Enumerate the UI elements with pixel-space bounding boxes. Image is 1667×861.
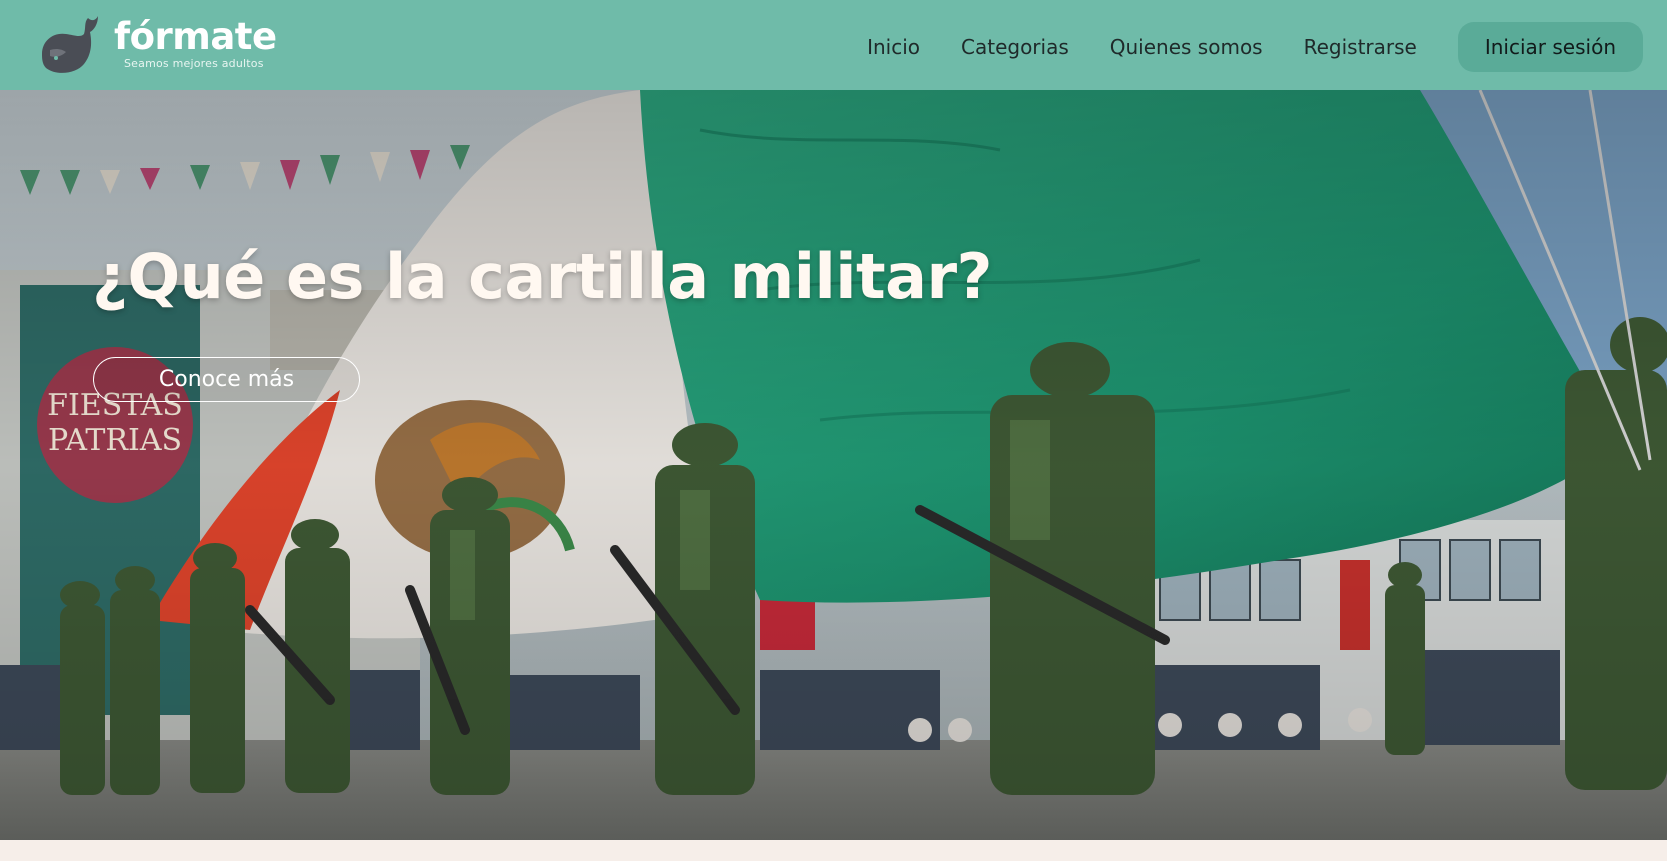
main-nav: Inicio Categorias Quienes somos Registra… [867,22,1643,72]
top-navbar: fórmate Seamos mejores adultos Inicio Ca… [0,0,1667,90]
nav-registrarse[interactable]: Registrarse [1304,35,1417,59]
page-bottom-strip [0,840,1667,861]
hero-background-image: FIESTAS PATRIAS [0,90,1667,840]
brand-tagline: Seamos mejores adultos [124,57,264,70]
whale-icon [42,16,98,73]
nav-inicio[interactable]: Inicio [867,35,920,59]
hero-title: ¿Qué es la cartilla militar? [92,240,993,313]
learn-more-button[interactable]: Conoce más [93,357,360,402]
brand-text: fórmate Seamos mejores adultos [114,15,277,71]
brand-logo[interactable]: fórmate Seamos mejores adultos [36,14,277,76]
nav-quienes-somos[interactable]: Quienes somos [1110,35,1263,59]
hero-banner: FIESTAS PATRIAS [0,90,1667,840]
nav-categorias[interactable]: Categorias [961,35,1069,59]
login-button[interactable]: Iniciar sesión [1457,22,1643,72]
brand-name: fórmate [114,15,277,58]
